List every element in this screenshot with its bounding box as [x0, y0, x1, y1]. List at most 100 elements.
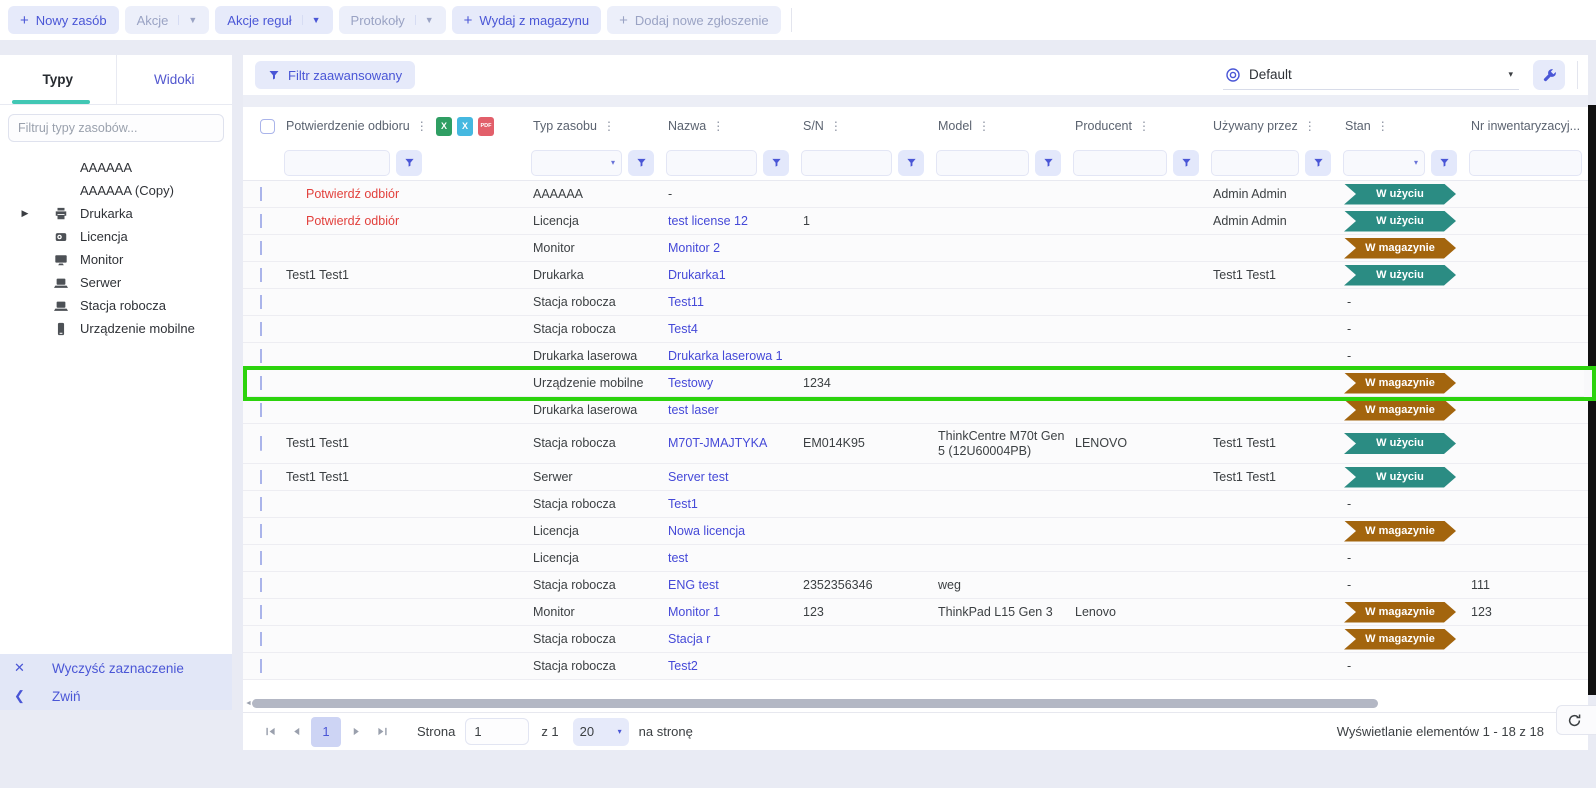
page-number-button[interactable]: 1 [311, 717, 341, 747]
filter-button-model[interactable] [1035, 150, 1061, 176]
asset-name-link[interactable]: Stacja r [668, 632, 710, 646]
toolbar-button-akcje[interactable]: Akcje ▼ [125, 6, 210, 34]
sidebar-item-serwer[interactable]: ▶ Serwer [0, 271, 232, 294]
filter-input-producent[interactable] [1073, 150, 1167, 176]
filter-button-typ[interactable] [628, 150, 654, 176]
filter-button-producent[interactable] [1173, 150, 1199, 176]
asset-name-link[interactable]: Test4 [668, 322, 698, 336]
clear-selection-button[interactable]: ✕ Wyczyść zaznaczenie [0, 654, 232, 682]
scrollbar-handle[interactable] [252, 699, 1378, 708]
asset-name-link[interactable]: ENG test [668, 578, 719, 592]
table-row[interactable]: Urządzenie mobilne Testowy 1234 W magazy… [243, 370, 1588, 397]
row-checkbox[interactable] [260, 551, 262, 565]
table-row[interactable]: Drukarka laserowa test laser W magazynie [243, 397, 1588, 424]
filter-select-stan[interactable]: ▾ [1343, 150, 1425, 176]
table-row[interactable]: Stacja robocza Test1 - [243, 491, 1588, 518]
sidebar-item-aaaaaa-copy-[interactable]: ▶ AAAAAA (Copy) [0, 179, 232, 202]
confirm-receipt-link[interactable]: Potwierdź odbiór [306, 214, 399, 228]
row-checkbox[interactable] [260, 322, 262, 336]
row-checkbox[interactable] [260, 295, 262, 309]
asset-name-link[interactable]: Testowy [668, 376, 713, 390]
page-input[interactable] [465, 718, 529, 745]
table-row[interactable]: Test1 Test1 Stacja robocza M70T-JMAJTYKA… [243, 424, 1588, 464]
asset-name-link[interactable]: Server test [668, 470, 728, 484]
sidebar-item-stacja-robocza[interactable]: ▶ Stacja robocza [0, 294, 232, 317]
asset-name-link[interactable]: test license 12 [668, 214, 748, 228]
filter-button-potwierdzenie[interactable] [396, 150, 422, 176]
table-row[interactable]: Stacja robocza Test11 - [243, 289, 1588, 316]
filter-input-potwierdzenie[interactable] [284, 150, 390, 176]
expand-arrow-icon[interactable]: ▶ [18, 208, 32, 219]
tab-typy[interactable]: Typy [0, 55, 117, 104]
asset-name-link[interactable]: Monitor 2 [668, 241, 720, 255]
asset-name-link[interactable]: Nowa licencja [668, 524, 745, 538]
column-menu-icon[interactable]: ⋮ [712, 119, 724, 133]
row-checkbox[interactable] [260, 241, 262, 255]
asset-name-link[interactable]: Drukarka1 [668, 268, 726, 282]
column-menu-icon[interactable]: ⋮ [603, 119, 615, 133]
prev-page-button[interactable] [283, 719, 309, 745]
row-checkbox[interactable] [260, 436, 262, 450]
asset-name-link[interactable]: Drukarka laserowa 1 [668, 349, 783, 363]
filter-input-model[interactable] [936, 150, 1029, 176]
filter-select-typ[interactable]: ▾ [531, 150, 622, 176]
customize-columns-button[interactable] [1533, 60, 1565, 90]
row-checkbox[interactable] [260, 524, 262, 538]
sidebar-item-drukarka[interactable]: ▶ Drukarka [0, 202, 232, 225]
pdf-export-icon[interactable]: PDF [478, 117, 494, 136]
asset-name-link[interactable]: Test11 [668, 295, 704, 309]
page-size-select[interactable]: 20 ▾ [573, 718, 629, 746]
row-checkbox[interactable] [260, 403, 262, 417]
refresh-button[interactable] [1556, 705, 1596, 735]
row-checkbox[interactable] [260, 376, 262, 390]
table-row[interactable]: Monitor Monitor 1 123 ThinkPad L15 Gen 3… [243, 599, 1588, 626]
table-row[interactable]: Monitor Monitor 2 W magazynie [243, 235, 1588, 262]
type-filter-input[interactable] [8, 114, 224, 142]
row-checkbox[interactable] [260, 470, 262, 484]
table-row[interactable]: Drukarka laserowa Drukarka laserowa 1 - [243, 343, 1588, 370]
xlsx-export-icon[interactable]: X [436, 117, 452, 136]
asset-name-link[interactable]: M70T-JMAJTYKA [668, 436, 767, 450]
first-page-button[interactable] [257, 719, 283, 745]
table-row[interactable]: Potwierdź odbiór Licencja test license 1… [243, 208, 1588, 235]
confirm-receipt-link[interactable]: Potwierdź odbiór [306, 187, 399, 201]
advanced-filter-button[interactable]: Filtr zaawansowany [255, 61, 415, 89]
sidebar-item-aaaaaa[interactable]: ▶ AAAAAA [0, 156, 232, 179]
row-checkbox[interactable] [260, 214, 262, 228]
column-menu-icon[interactable]: ⋮ [1304, 119, 1316, 133]
filter-input-sn[interactable] [801, 150, 892, 176]
table-row[interactable]: Stacja robocza Test2 - [243, 653, 1588, 680]
row-checkbox[interactable] [260, 578, 262, 592]
row-checkbox[interactable] [260, 497, 262, 511]
table-row[interactable]: Test1 Test1 Drukarka Drukarka1 Test1 Tes… [243, 262, 1588, 289]
sidebar-item-urz-dzenie-mobilne[interactable]: ▶ Urządzenie mobilne [0, 317, 232, 340]
row-checkbox[interactable] [260, 632, 262, 646]
column-menu-icon[interactable]: ⋮ [1138, 119, 1150, 133]
next-page-button[interactable] [343, 719, 369, 745]
asset-name-link[interactable]: Monitor 1 [668, 605, 720, 619]
table-row[interactable]: Test1 Test1 Serwer Server test Test1 Tes… [243, 464, 1588, 491]
scroll-left-arrow[interactable]: ◄ [245, 700, 252, 707]
column-menu-icon[interactable]: ⋮ [1377, 119, 1389, 133]
row-checkbox[interactable] [260, 659, 262, 673]
toolbar-button-protokoly[interactable]: Protokoły ▼ [339, 6, 446, 34]
sidebar-item-licencja[interactable]: ▶ Licencja [0, 225, 232, 248]
asset-name-link[interactable]: Test1 [668, 497, 698, 511]
select-all-checkbox[interactable] [260, 119, 275, 134]
column-menu-icon[interactable]: ⋮ [830, 119, 842, 133]
table-row[interactable]: Stacja robocza ENG test 2352356346 weg -… [243, 572, 1588, 599]
filter-button-uzywany[interactable] [1305, 150, 1331, 176]
toolbar-button-dodaj-nowe-zgloszenie[interactable]: + Dodaj nowe zgłoszenie [607, 6, 780, 34]
filter-input-nr[interactable] [1469, 150, 1582, 176]
table-row[interactable]: Stacja robocza Stacja r W magazynie [243, 626, 1588, 653]
sidebar-item-monitor[interactable]: ▶ Monitor [0, 248, 232, 271]
toolbar-button-wydaj-z-magazynu[interactable]: + Wydaj z magazynu [452, 6, 601, 34]
row-checkbox[interactable] [260, 349, 262, 363]
collapse-sidebar-button[interactable]: ❮ Zwiń [0, 682, 232, 710]
asset-name-link[interactable]: test [668, 551, 688, 565]
table-row[interactable]: Potwierdź odbiór AAAAAA - Admin Admin W … [243, 181, 1588, 208]
column-menu-icon[interactable]: ⋮ [416, 119, 428, 133]
filter-button-stan[interactable] [1431, 150, 1457, 176]
table-row[interactable]: Licencja test - [243, 545, 1588, 572]
table-row[interactable]: Stacja robocza Test4 - [243, 316, 1588, 343]
